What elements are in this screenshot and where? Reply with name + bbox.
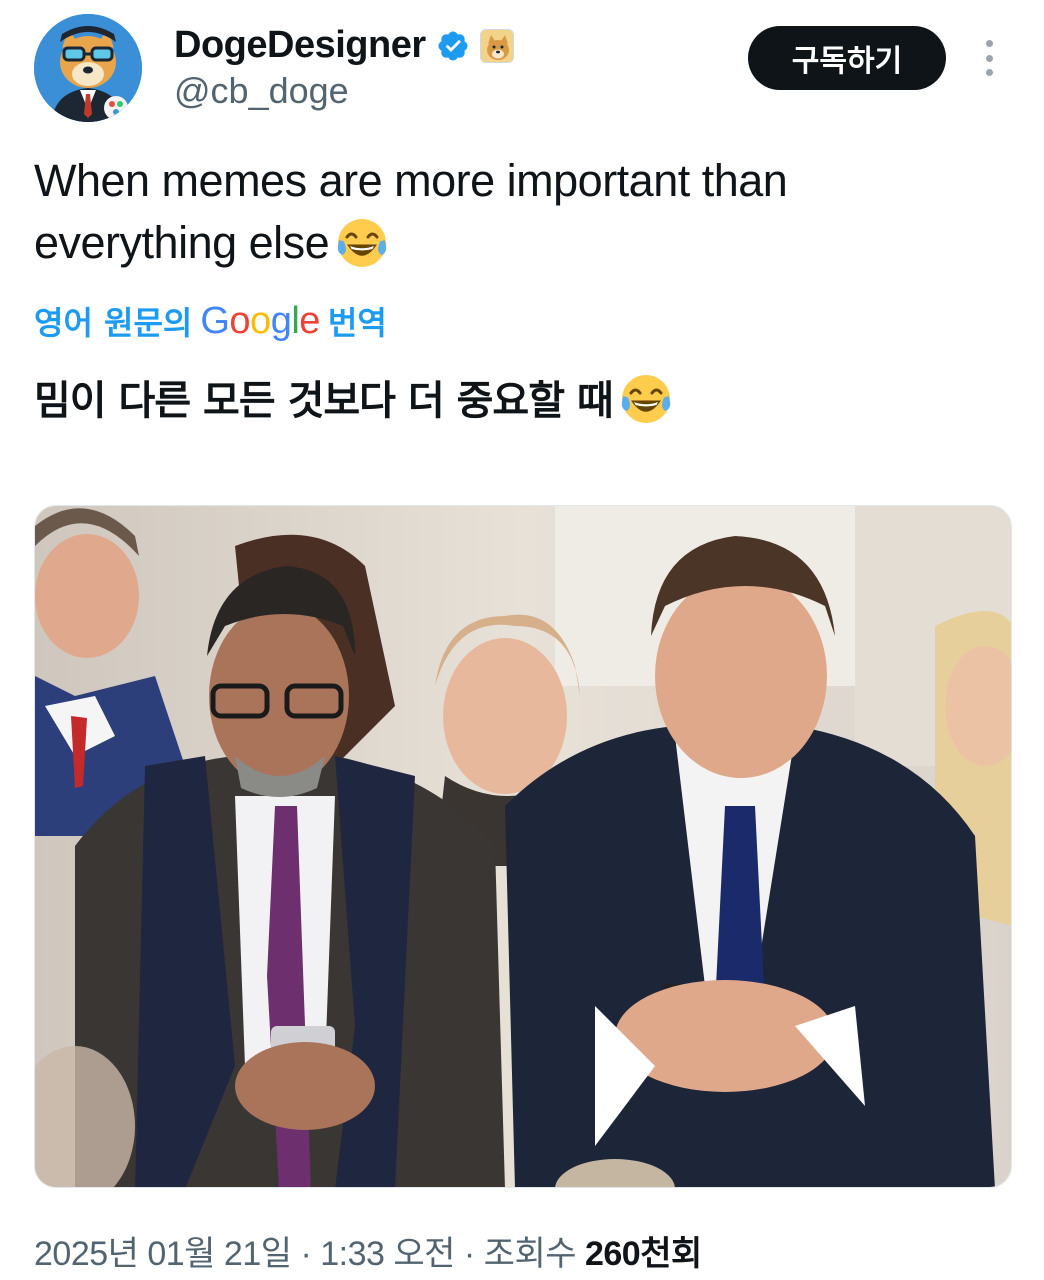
translation-attribution[interactable]: 영어 원문의 Google 번역 <box>34 298 387 344</box>
tweet-time[interactable]: 1:33 오전 <box>320 1235 455 1273</box>
tears-of-joy-emoji-icon <box>621 375 670 423</box>
separator: · <box>300 1235 312 1273</box>
tweet-date[interactable]: 2025년 01월 21일 <box>34 1235 292 1273</box>
tweet-text-line-1: When memes are more important than <box>34 155 788 206</box>
views-label: 조회수 <box>483 1235 577 1273</box>
author-display-name[interactable]: DogeDesigner <box>174 24 426 67</box>
author-name-row: DogeDesigner <box>174 24 514 67</box>
views-count[interactable]: 260천회 <box>585 1235 702 1273</box>
tweet-text-line-2-text: everything else <box>34 217 330 268</box>
dot <box>985 54 993 62</box>
tweet-text: When memes are more important than every… <box>34 150 994 274</box>
doge-avatar-icon <box>34 14 142 122</box>
translate-suffix: 번역 <box>327 304 387 342</box>
tweet-photo[interactable] <box>34 505 1012 1188</box>
author-avatar[interactable] <box>34 14 142 122</box>
tears-of-joy-emoji-icon <box>338 219 387 267</box>
dot <box>985 69 993 76</box>
more-options-icon[interactable] <box>974 38 1004 78</box>
translate-prefix: 영어 원문의 <box>34 304 193 342</box>
dot <box>985 40 993 47</box>
tweet-text-line-2: everything else <box>34 212 994 274</box>
tweet-timestamp: 2025년 01월 21일 · 1:33 오전 · 조회수 260천회 <box>34 1226 702 1275</box>
subscribe-button[interactable]: 구독하기 <box>748 26 946 90</box>
google-logo: Google <box>200 299 320 342</box>
translated-text-body: 밈이 다른 모든 것보다 더 중요할 때 <box>34 378 614 424</box>
author-handle[interactable]: @cb_doge <box>174 70 349 112</box>
doge-affiliation-icon[interactable] <box>479 28 514 63</box>
tweet-header: DogeDesigner @cb_doge 구독하기 <box>34 14 1014 126</box>
verified-badge-icon[interactable] <box>436 29 470 63</box>
translated-text: 밈이 다른 모든 것보다 더 중요할 때 <box>34 370 673 432</box>
photo-icon <box>35 506 1011 1187</box>
separator: · <box>463 1235 475 1273</box>
